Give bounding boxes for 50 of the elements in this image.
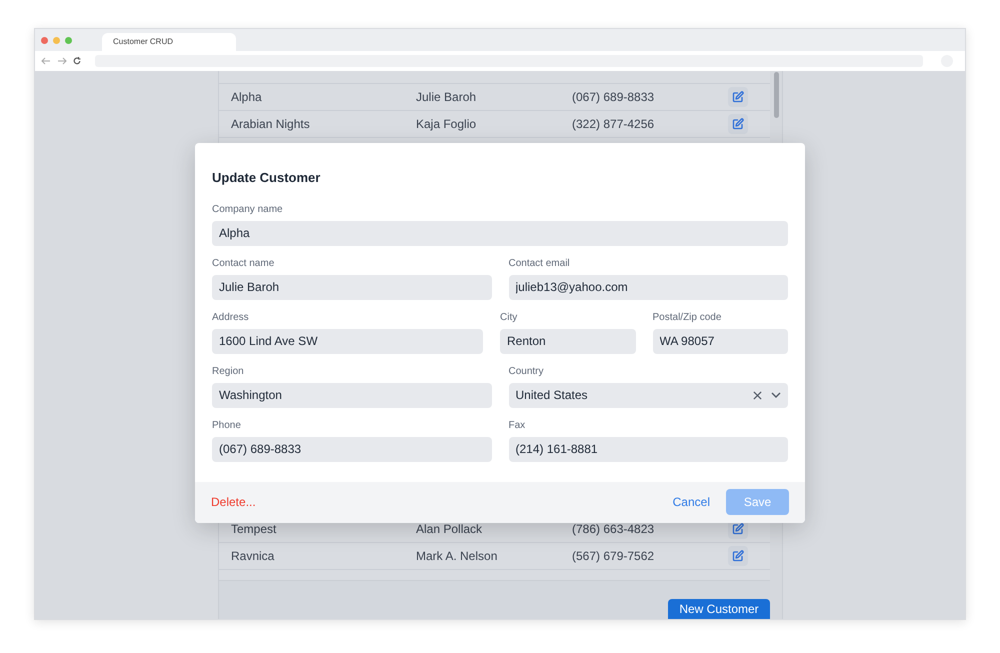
- company-cell-text: Ravnica: [230, 548, 276, 565]
- company-cell-text: Arabian Nights: [230, 116, 311, 133]
- close-icon[interactable]: [753, 390, 762, 400]
- edit-icon: [732, 550, 744, 562]
- browser-tab[interactable]: Customer CRUD: [102, 33, 236, 51]
- field-label: Company name: [212, 202, 284, 216]
- contact-cell-text: Mark A. Nelson: [416, 548, 498, 565]
- company-cell-text: Tempest: [230, 521, 278, 538]
- contact-cell-text: Julie Baroh: [416, 89, 478, 106]
- delete-button[interactable]: Delete...: [211, 493, 256, 511]
- phone-cell-text: (567) 679-7562: [572, 548, 656, 565]
- text-field[interactable]: (214) 161-8881: [508, 436, 788, 462]
- contact-cell-text: Kaja Foglio: [416, 116, 478, 133]
- text-field[interactable]: Washington: [212, 382, 492, 408]
- field-label: Country: [508, 364, 545, 378]
- edit-button[interactable]: [728, 87, 748, 107]
- field-label: City: [500, 310, 518, 324]
- text-field[interactable]: WA 98057: [652, 328, 788, 354]
- field-label: Fax: [508, 418, 526, 432]
- chevron-down-icon[interactable]: [771, 392, 781, 398]
- forward-icon[interactable]: [57, 57, 67, 65]
- dialog-title: Update Customer: [212, 169, 322, 187]
- edit-icon: [732, 91, 744, 103]
- field-label: Contact name: [212, 256, 276, 270]
- field-label: Region: [212, 364, 245, 378]
- field-label: Phone: [212, 418, 242, 432]
- cancel-button[interactable]: Cancel: [672, 493, 710, 511]
- text-field[interactable]: julieb13@yahoo.com: [508, 274, 788, 300]
- field-label: Postal/Zip code: [652, 310, 722, 324]
- country-select[interactable]: United States: [508, 382, 788, 408]
- phone-cell-text: (322) 877-4256: [572, 116, 656, 133]
- phone-cell-text: (786) 663-4823: [572, 521, 656, 538]
- text-field[interactable]: (067) 689-8833: [212, 436, 492, 462]
- reload-icon[interactable]: [73, 57, 81, 65]
- field-label: Address: [212, 310, 250, 324]
- edit-button[interactable]: [728, 114, 748, 134]
- contact-cell-text: Alan Pollack: [416, 521, 484, 538]
- text-field[interactable]: Julie Baroh: [212, 274, 492, 300]
- text-field[interactable]: 1600 Lind Ave SW: [212, 328, 483, 354]
- field-label: Contact email: [508, 256, 571, 270]
- back-icon[interactable]: [41, 57, 51, 65]
- edit-button[interactable]: [728, 546, 748, 566]
- edit-icon: [732, 118, 744, 130]
- text-field[interactable]: Alpha: [212, 220, 788, 246]
- scrollbar-thumb[interactable]: [774, 72, 778, 118]
- text-field[interactable]: Renton: [500, 328, 636, 354]
- company-cell-text: Alpha: [230, 89, 263, 106]
- phone-cell-text: (067) 689-8833: [572, 89, 656, 106]
- edit-icon: [732, 523, 744, 535]
- new-customer-button[interactable]: New Customer: [668, 599, 770, 619]
